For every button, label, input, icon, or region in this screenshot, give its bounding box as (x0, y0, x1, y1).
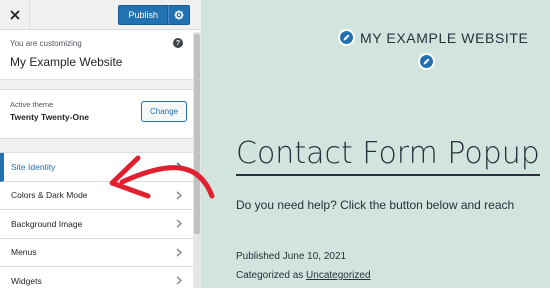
post-title: Contact Form Popup (236, 136, 540, 176)
panel-label: Site Identity (11, 161, 56, 172)
close-icon (10, 10, 19, 19)
active-theme-section: Active theme Twenty Twenty-One Change (0, 89, 201, 139)
panel-colors-dark-mode[interactable]: Colors & Dark Mode (0, 181, 201, 210)
panel-label: Widgets (11, 275, 42, 286)
customizing-info: You are customizing My Example Website ? (0, 30, 201, 80)
customizer-sidebar: Publish You are customizing My Example W… (0, 0, 202, 288)
help-icon[interactable]: ? (173, 38, 183, 48)
panel-menus[interactable]: Menus (0, 238, 201, 267)
panel-widgets[interactable]: Widgets (0, 267, 201, 288)
change-theme-button[interactable]: Change (140, 101, 187, 122)
customizer-header: Publish (0, 0, 201, 30)
publish-controls: Publish (118, 4, 190, 25)
panel-label: Menus (11, 247, 37, 258)
panel-background-image[interactable]: Background Image (0, 210, 201, 239)
site-header-title[interactable]: MY EXAMPLE WEBSITE (360, 30, 528, 46)
edit-tagline-button[interactable] (418, 53, 435, 70)
panel-list: Site Identity Colors & Dark Mode Backgro… (0, 152, 201, 288)
site-preview: MY EXAMPLE WEBSITE Contact Form Popup Do… (203, 0, 550, 288)
panel-site-identity[interactable]: Site Identity (0, 153, 201, 182)
edit-site-title-button[interactable] (338, 29, 355, 46)
panel-label: Colors & Dark Mode (11, 190, 88, 201)
chevron-right-icon (175, 248, 183, 257)
customizing-label: You are customizing (10, 39, 82, 48)
pencil-icon (423, 58, 430, 65)
sidebar-scrollbar[interactable] (193, 32, 201, 288)
close-button[interactable] (0, 0, 30, 30)
gear-icon (174, 9, 184, 20)
category-link[interactable]: Uncategorized (306, 270, 370, 281)
post-text: Do you need help? Click the button below… (236, 198, 515, 212)
panel-label: Background Image (11, 218, 83, 229)
scrollbar-thumb[interactable] (194, 34, 200, 234)
pencil-icon (343, 34, 350, 41)
chevron-right-icon (175, 191, 183, 200)
chevron-right-icon (175, 162, 183, 171)
post-published-date: Published June 10, 2021 (236, 251, 347, 262)
publish-button[interactable]: Publish (118, 4, 168, 25)
post-category-line: Categorized as Uncategorized (236, 270, 371, 281)
chevron-right-icon (175, 276, 183, 285)
category-prefix: Categorized as (236, 270, 304, 281)
publish-settings-button[interactable] (168, 4, 190, 25)
chevron-right-icon (175, 219, 183, 228)
customizing-site-title: My Example Website (10, 55, 123, 69)
